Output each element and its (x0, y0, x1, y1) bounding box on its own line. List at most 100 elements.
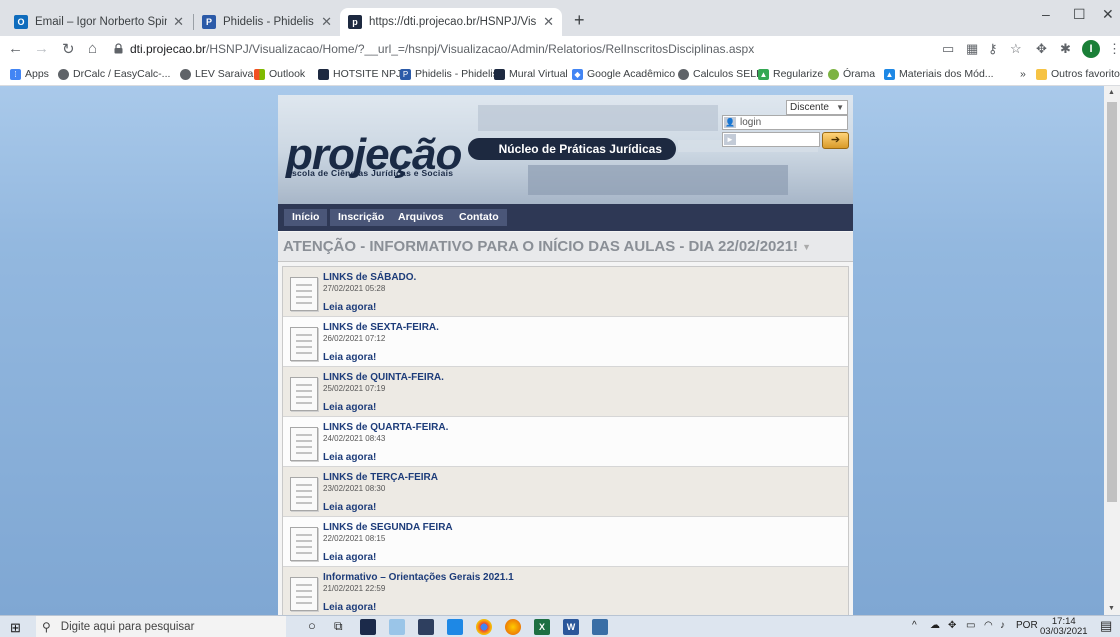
wifi-icon[interactable]: ◠ (984, 620, 993, 631)
profile-avatar[interactable]: I (1082, 40, 1100, 58)
page-scrollbar[interactable]: ▲ ▼ (1104, 86, 1120, 615)
read-more-link[interactable]: Leia agora! (323, 452, 376, 463)
star-icon[interactable]: ☆ (1010, 41, 1022, 57)
outlook-icon (254, 68, 265, 80)
news-date: 25/02/2021 07:19 (323, 384, 386, 393)
forward-icon[interactable]: → (34, 40, 49, 57)
tab-title: Phidelis - Phidelis (223, 16, 314, 28)
qr-icon[interactable]: ▦ (966, 41, 978, 57)
nav-arquivos[interactable]: Arquivos (390, 209, 452, 226)
nav-contato[interactable]: Contato (451, 209, 507, 226)
scrollbar-thumb[interactable] (1107, 102, 1117, 502)
chrome-icon[interactable] (476, 619, 492, 635)
bookmark-hotsite-npj[interactable]: HOTSITE NPJ (318, 68, 401, 80)
home-icon[interactable]: ⌂ (88, 40, 97, 57)
tab-phidelis[interactable]: P Phidelis - Phidelis ✕ (194, 8, 340, 36)
news-title[interactable]: Informativo – Orientações Gerais 2021.1 (323, 572, 514, 583)
firefox-icon[interactable] (505, 619, 521, 635)
globe-icon (180, 68, 191, 80)
taskbar-search-input[interactable]: ⚲ Digite aqui para pesquisar (36, 616, 286, 637)
back-icon[interactable]: ← (8, 40, 23, 57)
close-tab-icon[interactable]: ✕ (173, 14, 184, 30)
list-item: Informativo – Orientações Gerais 2021.1 … (283, 567, 848, 615)
bookmark-lev-saraiva[interactable]: LEV Saraiva (180, 68, 253, 80)
cast-icon[interactable]: ▭ (942, 41, 954, 57)
taskbar-app-icon[interactable] (418, 619, 434, 635)
address-bar[interactable]: dti.projecao.br/HSNPJ/Visualizacao/Home/… (130, 42, 754, 56)
news-title[interactable]: LINKS de QUARTA-FEIRA. (323, 422, 448, 433)
close-tab-icon[interactable]: ✕ (321, 14, 332, 30)
scroll-up-icon[interactable]: ▲ (1108, 89, 1115, 96)
profile-type-select[interactable]: Discente ▼ (786, 100, 848, 115)
bookmarks-overflow-button[interactable]: » (1020, 68, 1026, 80)
taskbar-app-icon[interactable] (360, 619, 376, 635)
news-date: 27/02/2021 05:28 (323, 284, 386, 293)
read-more-link[interactable]: Leia agora! (323, 502, 376, 513)
word-icon[interactable]: W (563, 619, 579, 635)
maximize-button[interactable]: ☐ (1073, 6, 1086, 23)
news-title[interactable]: LINKS de SÁBADO. (323, 272, 416, 283)
taskbar-app-icon[interactable] (389, 619, 405, 635)
login-input[interactable]: 👤 login (722, 115, 848, 130)
tray-onedrive-icon[interactable]: ☁ (930, 620, 940, 631)
bookmark-drcalc[interactable]: DrCalc / EasyCalc-... (58, 68, 170, 80)
cortana-icon[interactable]: ○ (308, 618, 316, 633)
news-title[interactable]: LINKS de TERÇA-FEIRA (323, 472, 438, 483)
bookmark-orama[interactable]: Órama (828, 68, 875, 80)
tab-email[interactable]: O Email – Igor Norberto Spindola C ✕ (6, 8, 192, 36)
bookmark-other-favorites[interactable]: Outros favoritos (1036, 68, 1120, 80)
windows-start-icon[interactable]: ⊞ (10, 620, 21, 636)
bookmark-google-academico[interactable]: ◆ Google Acadêmico (572, 68, 675, 80)
bookmark-mural-virtual[interactable]: Mural Virtual (494, 68, 568, 80)
minimize-button[interactable]: – (1042, 6, 1050, 22)
file-explorer-icon[interactable] (447, 619, 463, 635)
close-tab-icon[interactable]: ✕ (543, 14, 554, 30)
news-title[interactable]: LINKS de SEXTA-FEIRA. (323, 322, 439, 333)
read-more-link[interactable]: Leia agora! (323, 352, 376, 363)
tab-projecao[interactable]: p https://dti.projecao.br/HSNPJ/Vis ✕ (340, 8, 562, 36)
login-submit-button[interactable]: ➔ (822, 132, 849, 149)
projecao-icon (318, 68, 329, 80)
system-clock[interactable]: 17:14 03/03/2021 (1040, 617, 1088, 637)
read-more-link[interactable]: Leia agora! (323, 302, 376, 313)
reload-icon[interactable]: ↻ (62, 40, 75, 58)
building-shape (528, 165, 788, 195)
excel-icon[interactable]: X (534, 619, 550, 635)
dropbox-icon[interactable]: ✥ (1036, 41, 1047, 57)
building-shape (478, 105, 718, 131)
news-date: 26/02/2021 07:12 (323, 334, 386, 343)
close-window-button[interactable]: ✕ (1102, 6, 1114, 23)
read-more-link[interactable]: Leia agora! (323, 552, 376, 563)
scroll-down-icon[interactable]: ▼ (1108, 605, 1115, 612)
language-indicator[interactable]: POR (1016, 620, 1038, 631)
task-view-icon[interactable]: ⧉ (334, 619, 343, 634)
read-more-link[interactable]: Leia agora! (323, 402, 376, 413)
profile-select-value: Discente (790, 102, 829, 113)
nav-inicio[interactable]: Início (284, 209, 328, 226)
bookmark-calculos-selic[interactable]: Calculos SELIC (678, 68, 767, 80)
bookmark-outlook[interactable]: Outlook (254, 68, 305, 80)
menu-icon[interactable]: ⋮ (1108, 41, 1120, 57)
bookmark-materiais[interactable]: ▲ Materiais dos Mód... (884, 68, 994, 80)
key-icon[interactable]: ⚷ (988, 41, 998, 57)
extensions-icon[interactable]: ✱ (1060, 41, 1071, 57)
key-icon: ► (724, 134, 736, 145)
tray-chevron-icon[interactable]: ^ (912, 620, 917, 631)
volume-icon[interactable]: ♪ (1000, 620, 1005, 631)
news-title[interactable]: LINKS de SEGUNDA FEIRA (323, 522, 453, 533)
read-more-link[interactable]: Leia agora! (323, 602, 376, 613)
url-host: dti.projecao.br (130, 42, 207, 56)
news-title[interactable]: LINKS de QUINTA-FEIRA. (323, 372, 444, 383)
bookmark-phidelis[interactable]: P Phidelis - Phidelis (400, 68, 498, 80)
notifications-icon[interactable]: ▤ (1100, 618, 1112, 634)
new-tab-button[interactable]: + (574, 10, 585, 31)
bookmark-label: Outros favoritos (1051, 68, 1120, 80)
taskbar-app-icon[interactable] (592, 619, 608, 635)
tray-dropbox-icon[interactable]: ✥ (948, 620, 956, 631)
chevron-down-icon[interactable]: ▼ (802, 242, 811, 252)
bookmark-regularize[interactable]: ▲ Regularize (758, 68, 823, 80)
bookmark-apps[interactable]: ⁞ Apps (10, 68, 49, 80)
nav-inscricao[interactable]: Inscrição (330, 209, 393, 226)
battery-icon[interactable]: ▭ (966, 620, 975, 631)
password-input[interactable]: ► (722, 132, 820, 147)
